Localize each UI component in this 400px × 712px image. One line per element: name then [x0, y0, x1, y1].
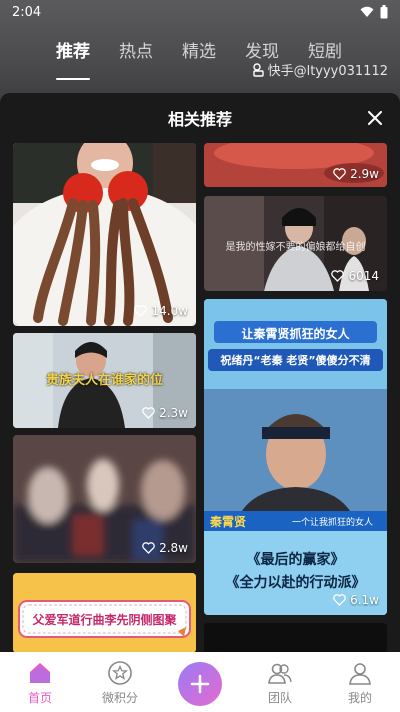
video-title-line1: 《最后的赢家》 [246, 552, 345, 568]
sheet-title: 相关推荐 [167, 110, 232, 129]
video-caption: 父爱军道行曲李先阴侧图聚 [32, 613, 177, 627]
like-count: 14.0w [134, 304, 188, 318]
tab-hot[interactable]: 热点 [119, 36, 153, 76]
kuaishou-logo-icon [252, 62, 264, 77]
heart-icon [333, 168, 346, 180]
status-time: 2:04 [12, 4, 42, 20]
like-count: 2.9w [333, 167, 379, 181]
plus-icon [178, 662, 222, 706]
thumbnail-octopus [13, 143, 196, 326]
video-card-drama-woman[interactable]: 贵族夫人在谁家的位 2.3w [13, 333, 196, 428]
nav-team-label: 团队 [267, 691, 292, 705]
like-count: 6.1w [333, 593, 379, 607]
guest-name: 秦霄贤 [210, 515, 247, 529]
home-icon [27, 660, 53, 686]
watermark-text: 快手@ltyyy031112 [267, 64, 388, 79]
video-card-yellow-banner[interactable]: 父爱军道行曲李先阴侧图聚 [13, 573, 196, 653]
heart-icon [142, 407, 155, 419]
video-caption: 是我的性嫁不要的偏娘都给自创 [225, 242, 366, 253]
star-icon [107, 660, 133, 686]
bottom-nav: 首页 微积分 团队 我的 [0, 652, 400, 712]
watermark: 快手@ltyyy031112 [252, 60, 388, 79]
tab-featured[interactable]: 精选 [182, 36, 216, 76]
like-count: 6014 [331, 269, 379, 283]
tab-recommend[interactable]: 推荐 [56, 36, 90, 80]
like-count: 2.3w [142, 406, 188, 420]
video-caption: 贵族夫人在谁家的位 [45, 373, 163, 388]
close-icon [368, 111, 382, 125]
status-bar: 2:04 [0, 0, 400, 24]
video-subcaption: 一个让我抓狂的女人 [291, 518, 373, 528]
video-caption-mid: 祝绪丹“老秦 老贤”傻傻分不清 [220, 354, 371, 367]
nav-create[interactable] [160, 652, 240, 706]
like-count: 2.8w [142, 541, 188, 555]
video-title-line2: 《全力以赴的行动派》 [225, 575, 366, 591]
related-recommend-sheet: 相关推荐 14.0w 贵族夫人在谁家的位 2.3w 2.8w 父爱军道行曲李先阴… [0, 93, 400, 653]
sheet-header: 相关推荐 [0, 93, 400, 143]
wifi-icon [360, 6, 374, 17]
video-card-octopus[interactable]: 14.0w [13, 143, 196, 326]
video-card-blurred-crowd[interactable]: 2.8w [13, 435, 196, 563]
nav-me-label: 我的 [347, 691, 372, 705]
video-card-ancient-drama[interactable]: 是我的性嫁不要的偏娘都给自创 6014 [204, 196, 387, 291]
team-icon [267, 660, 293, 686]
heart-icon [134, 305, 148, 317]
nav-home-label: 首页 [27, 691, 52, 705]
video-card-dark[interactable] [204, 623, 387, 653]
user-icon [347, 660, 373, 686]
nav-team[interactable]: 团队 [240, 652, 320, 706]
nav-points[interactable]: 微积分 [80, 652, 160, 706]
nav-me[interactable]: 我的 [320, 652, 400, 706]
video-card-watermelon[interactable]: 2.9w [204, 143, 387, 187]
heart-icon [333, 594, 346, 606]
video-card-variety-show[interactable]: 让秦霄贤抓狂的女人 祝绪丹“老秦 老贤”傻傻分不清 秦霄贤 一个让我抓狂的女人 … [204, 299, 387, 615]
video-grid: 14.0w 贵族夫人在谁家的位 2.3w 2.8w 父爱军道行曲李先阴侧图聚 2… [0, 143, 400, 653]
close-button[interactable] [364, 107, 386, 129]
status-icons [360, 5, 388, 19]
nav-points-label: 微积分 [101, 691, 138, 705]
heart-icon [331, 270, 345, 282]
battery-icon [380, 5, 388, 19]
heart-icon [142, 542, 155, 554]
video-caption-top: 让秦霄贤抓狂的女人 [241, 327, 350, 341]
nav-home[interactable]: 首页 [0, 652, 80, 706]
